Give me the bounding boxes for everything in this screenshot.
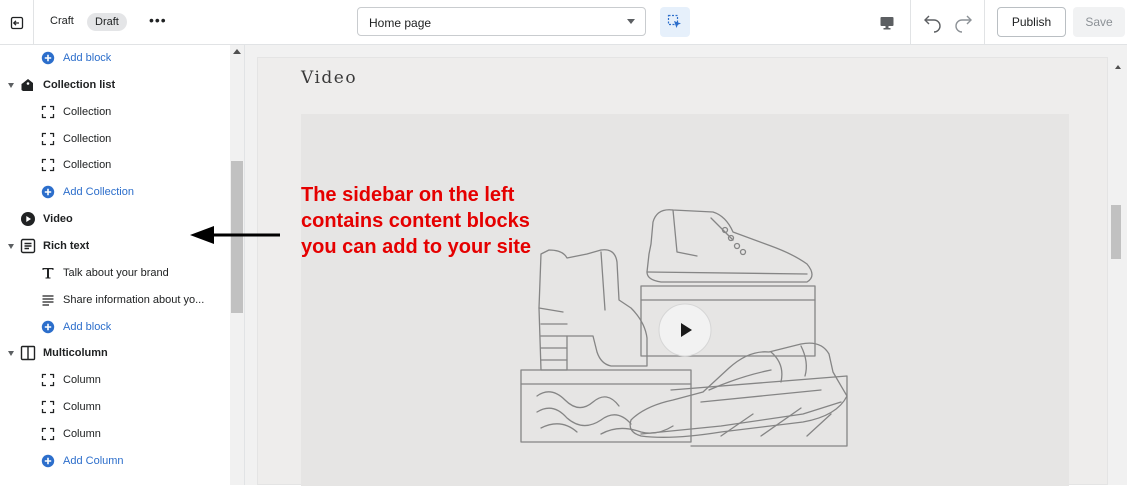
desktop-icon: [880, 17, 894, 30]
sidebar-item-label: Talk about your brand: [63, 266, 169, 279]
sidebar-item-label: Multicolumn: [43, 347, 108, 360]
sidebar-item-label: Column: [63, 401, 101, 414]
sidebar-item-label: Add block: [63, 52, 112, 64]
sidebar-section[interactable]: Multicolumn: [0, 340, 228, 366]
select-cursor-icon: [667, 14, 681, 28]
multicolumn-icon: [20, 345, 36, 361]
preview-scrollbar[interactable]: [1108, 57, 1126, 485]
placeholder-frame-icon: [40, 104, 56, 120]
sidebar-block-item[interactable]: Column: [0, 421, 228, 447]
play-icon: [681, 323, 692, 337]
store-preview: Video: [245, 45, 1127, 486]
play-circle-icon: [20, 211, 36, 227]
placeholder-frame-icon: [40, 131, 56, 147]
sidebar-block-item[interactable]: Collection: [0, 126, 228, 152]
placeholder-frame-icon: [40, 426, 56, 442]
collection-list-icon: [20, 77, 36, 93]
sidebar-block-item[interactable]: Column: [0, 394, 228, 420]
plus-circle-icon: [40, 50, 56, 66]
more-actions-button[interactable]: •••: [149, 12, 167, 28]
sidebar-item-label: Add Column: [63, 454, 124, 467]
undo-icon[interactable]: [921, 10, 945, 34]
top-bar: Craft Draft ••• Home page Publish Save: [0, 0, 1127, 45]
sidebar-block-item[interactable]: Collection: [0, 99, 228, 125]
plus-circle-icon: [40, 319, 56, 335]
scroll-up-arrow-icon[interactable]: [233, 49, 241, 54]
sidebar-block-item[interactable]: Column: [0, 367, 228, 393]
sidebar-item-label: Share information about yo...: [63, 293, 205, 306]
sidebar-section[interactable]: Collection list: [0, 72, 228, 98]
theme-name: Craft: [50, 15, 74, 27]
chevron-down-icon: [627, 19, 635, 24]
sidebar-item-label: Video: [43, 213, 73, 226]
sidebar-block-item[interactable]: Share information about yo...: [0, 287, 228, 313]
sidebar-item-label: Add block: [63, 320, 112, 333]
annotation-arrow: [190, 226, 280, 244]
redo-icon[interactable]: [951, 10, 975, 34]
toolbar-divider: [910, 0, 911, 45]
plus-circle-icon: [40, 184, 56, 200]
play-button[interactable]: [659, 304, 711, 356]
add-item-link[interactable]: Add Column: [0, 448, 228, 474]
scroll-up-arrow-icon[interactable]: [1115, 65, 1121, 69]
chevron-down-icon[interactable]: [8, 82, 14, 88]
add-item-link[interactable]: Add Collection: [0, 179, 228, 205]
exit-editor-button[interactable]: [0, 0, 34, 45]
desktop-view-button[interactable]: [873, 10, 901, 36]
sidebar-item-label: Collection: [63, 159, 112, 172]
sections-sidebar: Add block Collection list Collection Collec…: [0, 45, 245, 485]
chevron-down-icon[interactable]: [8, 351, 14, 357]
annotation-text: The sidebar on the left contains content…: [301, 184, 532, 258]
sidebar-block-item[interactable]: Talk about your brand: [0, 260, 228, 286]
placeholder-frame-icon: [40, 399, 56, 415]
preview-canvas: Video: [257, 57, 1108, 486]
sidebar-item-label: Collection: [63, 132, 112, 145]
rich-text-icon: [20, 238, 36, 254]
add-item-link[interactable]: Add block: [0, 45, 228, 71]
text-lines-icon: [40, 292, 56, 308]
sidebar-block-item[interactable]: Collection: [0, 152, 228, 178]
sidebar-item-label: Add Collection: [63, 186, 134, 199]
page-selector[interactable]: Home page: [357, 7, 646, 36]
plus-circle-icon: [40, 453, 56, 469]
status-badge: Draft: [87, 13, 127, 31]
add-item-link[interactable]: Add block: [0, 314, 228, 340]
sidebar-item-label: Collection list: [43, 78, 116, 91]
sidebar-item-label: Column: [63, 374, 101, 387]
sidebar-item-label: Column: [63, 427, 101, 440]
heading-t-icon: [40, 265, 56, 281]
save-button[interactable]: Save: [1073, 7, 1125, 37]
placeholder-frame-icon: [40, 372, 56, 388]
page-selector-value: Home page: [369, 16, 432, 30]
video-section-heading: Video: [301, 68, 358, 88]
publish-button[interactable]: Publish: [997, 7, 1066, 37]
placeholder-frame-icon: [40, 157, 56, 173]
preview-scrollbar-thumb[interactable]: [1111, 205, 1121, 259]
sidebar-item-label: Rich text: [43, 239, 90, 252]
shoes-illustration: [520, 209, 848, 447]
inspector-toggle-button[interactable]: [660, 7, 690, 37]
video-placeholder[interactable]: [301, 114, 1069, 486]
chevron-down-icon[interactable]: [8, 243, 14, 249]
sidebar-item-label: Collection: [63, 105, 112, 118]
exit-icon: [10, 16, 23, 29]
toolbar-divider: [984, 0, 985, 45]
